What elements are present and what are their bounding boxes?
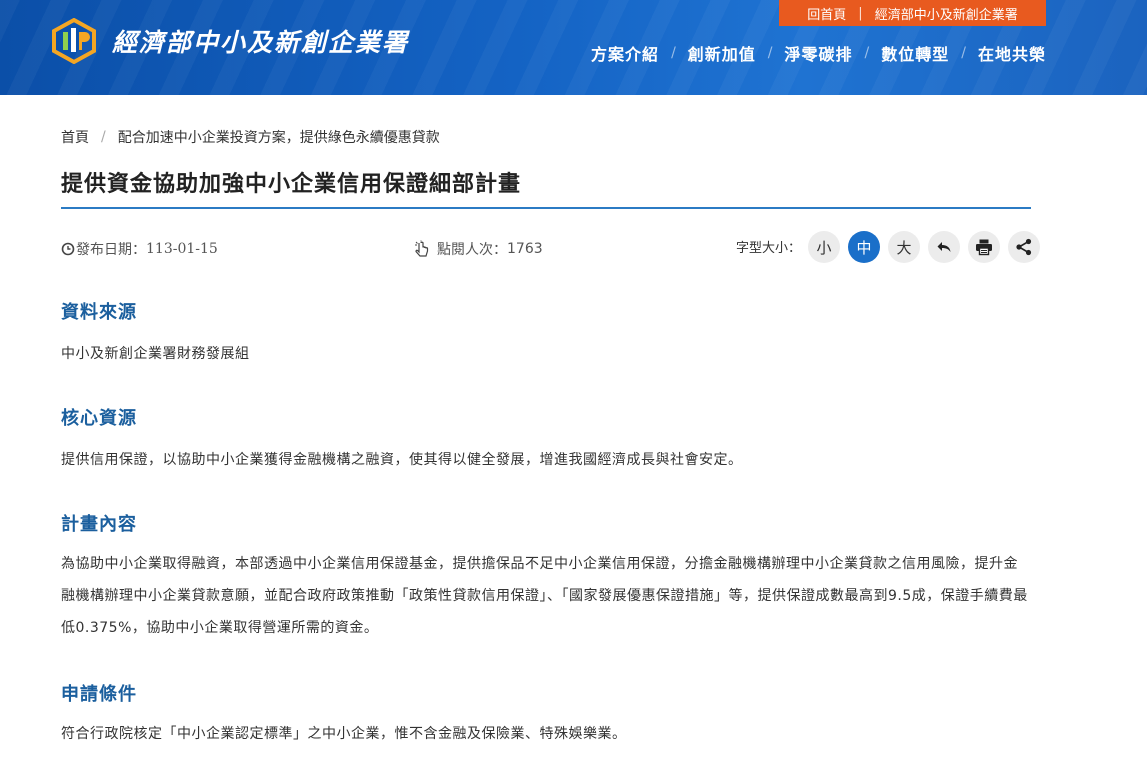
section-plan-content: 計畫內容 為協助中小企業取得融資，本部透過中小企業信用保證基金，提供擔保品不足中…	[61, 510, 1031, 644]
print-button[interactable]	[968, 231, 1000, 263]
clock-icon	[61, 242, 75, 256]
section-heading: 計畫內容	[61, 514, 137, 535]
nav-item-local[interactable]: 在地共榮	[978, 41, 1046, 65]
page-title: 提供資金協助加強中小企業信用保證細部計畫	[61, 172, 522, 197]
nav-separator: /	[767, 45, 773, 61]
font-size-label: 字型大小：	[736, 241, 802, 256]
breadcrumb-home[interactable]: 首頁	[61, 127, 89, 147]
nav-separator: /	[961, 45, 966, 61]
section-body: 提供信用保證，以協助中小企業獲得金融機構之融資，使其得以健全發展，增進我國經濟成…	[61, 452, 743, 468]
nav-item-innovation[interactable]: 創新加值	[688, 41, 756, 65]
logo-text: 經濟部中小及新創企業署	[112, 28, 410, 57]
views-label: 點閱人次：	[437, 242, 507, 258]
utility-separator: |	[858, 5, 863, 21]
font-large-button[interactable]: 大	[888, 231, 920, 263]
back-icon	[937, 242, 951, 252]
site-header: 經濟部中小及新創企業署 回首頁 | 經濟部中小及新創企業署 方案介紹 / 創新加…	[0, 0, 1147, 95]
main-nav: 方案介紹 / 創新加值 / 淨零碳排 / 數位轉型 / 在地共榮	[591, 41, 1046, 65]
date-label: 發布日期：	[76, 242, 146, 258]
pointer-icon	[415, 240, 429, 257]
section-eligibility: 申請條件 符合行政院核定「中小企業認定標準」之中小企業，惟不含金融及保險業、特殊…	[61, 680, 1031, 750]
publish-date: 發布日期： 113-01-15	[61, 239, 218, 259]
section-heading: 資料來源	[61, 302, 137, 323]
nav-item-net-zero[interactable]: 淨零碳排	[785, 41, 853, 65]
nav-item-digital[interactable]: 數位轉型	[881, 41, 949, 65]
tool-buttons: 小 中 大	[808, 231, 1040, 263]
utility-bar: 回首頁 | 經濟部中小及新創企業署	[779, 0, 1046, 26]
agency-link[interactable]: 經濟部中小及新創企業署	[875, 4, 1018, 23]
section-body: 符合行政院核定「中小企業認定標準」之中小企業，惟不含金融及保險業、特殊娛樂業。	[61, 726, 627, 742]
date-value: 113-01-15	[146, 241, 218, 257]
breadcrumb-current[interactable]: 配合加速中小企業投資方案，提供綠色永續優惠貸款	[118, 127, 440, 147]
section-data-source: 資料來源 中小及新創企業署財務發展組	[61, 298, 1031, 370]
back-button[interactable]	[928, 231, 960, 263]
breadcrumb: 首頁 / 配合加速中小企業投資方案，提供綠色永續優惠貸款	[61, 127, 440, 147]
section-body: 為協助中小企業取得融資，本部透過中小企業信用保證基金，提供擔保品不足中小企業信用…	[61, 556, 1028, 636]
meta-row: 發布日期： 113-01-15 點閱人次： 1763 字型大小： 小 中 大	[61, 231, 1040, 265]
section-body: 中小及新創企業署財務發展組	[61, 346, 250, 362]
views-value: 1763	[507, 241, 543, 257]
print-icon	[976, 239, 992, 256]
site-logo[interactable]: 經濟部中小及新創企業署	[50, 18, 409, 64]
section-heading: 核心資源	[61, 408, 137, 429]
section-core-resources: 核心資源 提供信用保證，以協助中小企業獲得金融機構之融資，使其得以健全發展，增進…	[61, 404, 1031, 476]
section-heading: 申請條件	[61, 684, 137, 705]
view-count: 點閱人次： 1763	[413, 239, 543, 259]
home-link[interactable]: 回首頁	[807, 4, 846, 23]
font-medium-button[interactable]: 中	[848, 231, 880, 263]
nav-separator: /	[671, 45, 676, 61]
share-icon	[1016, 238, 1032, 256]
breadcrumb-separator: /	[101, 129, 106, 145]
nav-separator: /	[864, 45, 870, 61]
logo-mark-icon	[52, 18, 96, 64]
nav-item-programs[interactable]: 方案介紹	[591, 41, 659, 65]
font-small-button[interactable]: 小	[808, 231, 840, 263]
share-button[interactable]	[1008, 231, 1040, 263]
title-divider	[61, 207, 1031, 209]
